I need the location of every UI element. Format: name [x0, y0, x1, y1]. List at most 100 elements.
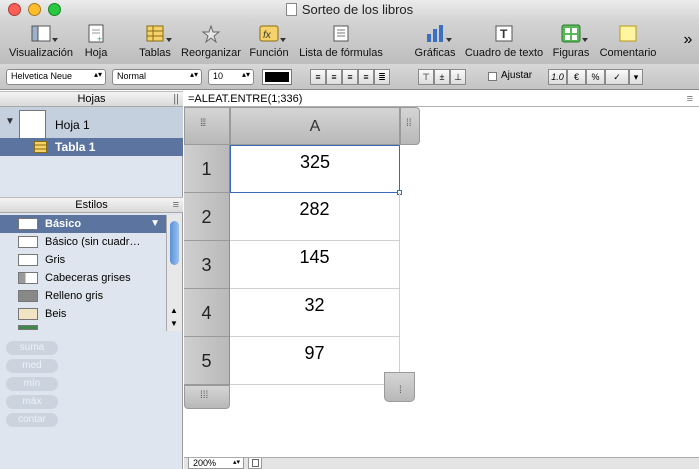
toolbar-function-button[interactable]: fx Función — [249, 20, 289, 64]
checkbox-format-button[interactable]: ✓ — [605, 69, 629, 85]
font-size-select[interactable]: 10 ▴▾ — [208, 69, 254, 85]
valign-middle-button[interactable]: ± — [434, 69, 450, 85]
row-header-3[interactable]: 3 — [184, 241, 230, 289]
toolbar-label: Reorganizar — [181, 47, 241, 59]
reorganize-icon — [201, 24, 221, 44]
decimal-format-button[interactable]: 1.0 — [548, 69, 567, 85]
cell-a5[interactable]: 97 — [230, 337, 400, 385]
table-select-all-handle[interactable]: ⁞⁞⁞ — [184, 107, 230, 145]
status-bar: 200% ▴▾ — [184, 457, 699, 469]
style-item-relleno-gris[interactable]: Relleno gris — [0, 287, 166, 305]
cell-a3[interactable]: 145 — [230, 241, 400, 289]
document-icon — [285, 3, 297, 16]
styles-menu-icon[interactable]: ≡ — [173, 198, 179, 212]
font-style-select[interactable]: Normal ▴▾ — [112, 69, 202, 85]
zoom-value: 200% — [193, 458, 217, 468]
format-options-button[interactable]: ▾ — [629, 69, 643, 85]
quick-function-count[interactable]: contar — [6, 413, 58, 427]
valign-top-button[interactable]: ⊤ — [418, 69, 434, 85]
wrap-checkbox[interactable] — [488, 72, 497, 81]
toolbar-tables-button[interactable]: Tablas — [137, 20, 173, 64]
style-label: Básico (sin cuadr… — [45, 236, 141, 248]
disclosure-triangle-icon[interactable]: ▼ — [5, 116, 15, 127]
font-family-select[interactable]: Helvetica Neue ▴▾ — [6, 69, 106, 85]
formula-text: =ALEAT.ENTRE(1;336) — [188, 93, 303, 105]
scroll-down-icon[interactable]: ▼ — [170, 319, 178, 328]
scroll-up-icon[interactable]: ▲ — [170, 306, 178, 315]
function-icon: fx — [259, 24, 286, 43]
chevron-updown-icon: ▴▾ — [189, 70, 198, 79]
style-swatch-icon — [18, 308, 38, 320]
shapes-icon — [561, 24, 588, 43]
toolbar-label: Lista de fórmulas — [299, 47, 383, 59]
toolbar-overflow-button[interactable]: » — [680, 20, 696, 64]
quick-function-max[interactable]: máx — [6, 395, 58, 409]
add-row-handle[interactable]: ⁞⁞⁞ — [184, 385, 230, 409]
formula-bar-menu-icon[interactable]: ≡ — [687, 91, 693, 107]
svg-text:T: T — [500, 27, 508, 41]
toolbar-comment-button[interactable]: Comentario — [598, 20, 658, 64]
toolbar-formula-list-button[interactable]: Lista de fórmulas — [297, 20, 385, 64]
align-auto-button[interactable]: ≣ — [374, 69, 390, 85]
cell-a2[interactable]: 282 — [230, 193, 400, 241]
grip-icon: ⁞ — [399, 385, 402, 396]
add-column-handle[interactable]: ⁞⁞ — [400, 107, 420, 145]
page-view-button[interactable] — [248, 458, 262, 469]
formula-list-icon — [331, 24, 351, 43]
table-item-tabla1[interactable]: Tabla 1 — [0, 138, 183, 156]
text-color-well[interactable] — [262, 69, 292, 85]
toolbar-text-box-button[interactable]: T Cuadro de texto — [462, 20, 546, 64]
grip-icon: ⁞⁞ — [406, 118, 412, 129]
page-icon — [252, 459, 259, 467]
row-header-2[interactable]: 2 — [184, 193, 230, 241]
row-header-5[interactable]: 5 — [184, 337, 230, 385]
align-center-icon: ≡ — [331, 72, 337, 82]
sidebar: Hojas || ▼ Hoja 1 Tabla 1 Estilos ≡ Bási… — [0, 91, 183, 469]
window-title: Sorteo de los libros — [301, 2, 414, 17]
quick-function-min[interactable]: mín — [6, 377, 58, 391]
align-justify-button[interactable]: ≡ — [358, 69, 374, 85]
sheet-name: Hoja 1 — [55, 118, 90, 132]
chevron-updown-icon: ▴▾ — [232, 459, 240, 466]
style-label: Cabeceras grises — [45, 272, 131, 284]
quick-function-average[interactable]: med — [6, 359, 58, 373]
new-sheet-icon: + — [86, 24, 106, 44]
align-right-button[interactable]: ≡ — [342, 69, 358, 85]
view-icon — [31, 24, 58, 43]
styles-scrollbar[interactable]: ▲ ▼ — [166, 215, 182, 331]
column-header-a[interactable]: A — [230, 107, 400, 145]
formula-bar[interactable]: =ALEAT.ENTRE(1;336) ≡ — [184, 91, 699, 107]
toolbar-charts-button[interactable]: Gráficas — [414, 20, 456, 64]
style-label: Básico — [45, 218, 82, 230]
style-item-basico-sin-cuadricula[interactable]: Básico (sin cuadr… — [0, 233, 166, 251]
splitter-handle-icon[interactable]: || — [173, 92, 179, 106]
align-left-button[interactable]: ≡ — [310, 69, 326, 85]
currency-format-button[interactable]: € — [567, 69, 586, 85]
quick-function-sum[interactable]: suma — [6, 341, 58, 355]
valign-middle-icon: ± — [439, 72, 445, 82]
cell-a1[interactable]: 325 — [230, 145, 400, 193]
style-item-cabeceras-grises[interactable]: Cabeceras grises — [0, 269, 166, 287]
scrollbar-thumb[interactable] — [170, 221, 179, 265]
row-header-4[interactable]: 4 — [184, 289, 230, 337]
toolbar-reorganize-button[interactable]: Reorganizar — [180, 20, 242, 64]
toolbar-shapes-button[interactable]: Figuras — [552, 20, 590, 64]
toolbar-view-button[interactable]: Visualización — [8, 20, 74, 64]
percent-format-button[interactable]: % — [586, 69, 605, 85]
style-item-basico[interactable]: Básico ▼ — [0, 215, 166, 233]
toolbar-label: Figuras — [552, 47, 590, 59]
align-center-button[interactable]: ≡ — [326, 69, 342, 85]
grip-icon: ⁞⁞⁞ — [200, 118, 206, 129]
toolbar-sheet-button[interactable]: + Hoja — [82, 20, 110, 64]
cell-a4[interactable]: 32 — [230, 289, 400, 337]
grip-icon: ⁞⁞⁞ — [200, 390, 209, 401]
style-label: Beis — [45, 308, 67, 320]
chevron-down-icon[interactable]: ▼ — [150, 215, 160, 233]
row-header-1[interactable]: 1 — [184, 145, 230, 193]
font-size-value: 10 — [213, 71, 224, 81]
table-resize-handle[interactable]: ⁞ — [384, 372, 415, 402]
zoom-select[interactable]: 200% ▴▾ — [188, 458, 244, 469]
style-item-gris[interactable]: Gris — [0, 251, 166, 269]
style-item-beis[interactable]: Beis — [0, 305, 166, 323]
valign-bottom-button[interactable]: ⊥ — [450, 69, 466, 85]
